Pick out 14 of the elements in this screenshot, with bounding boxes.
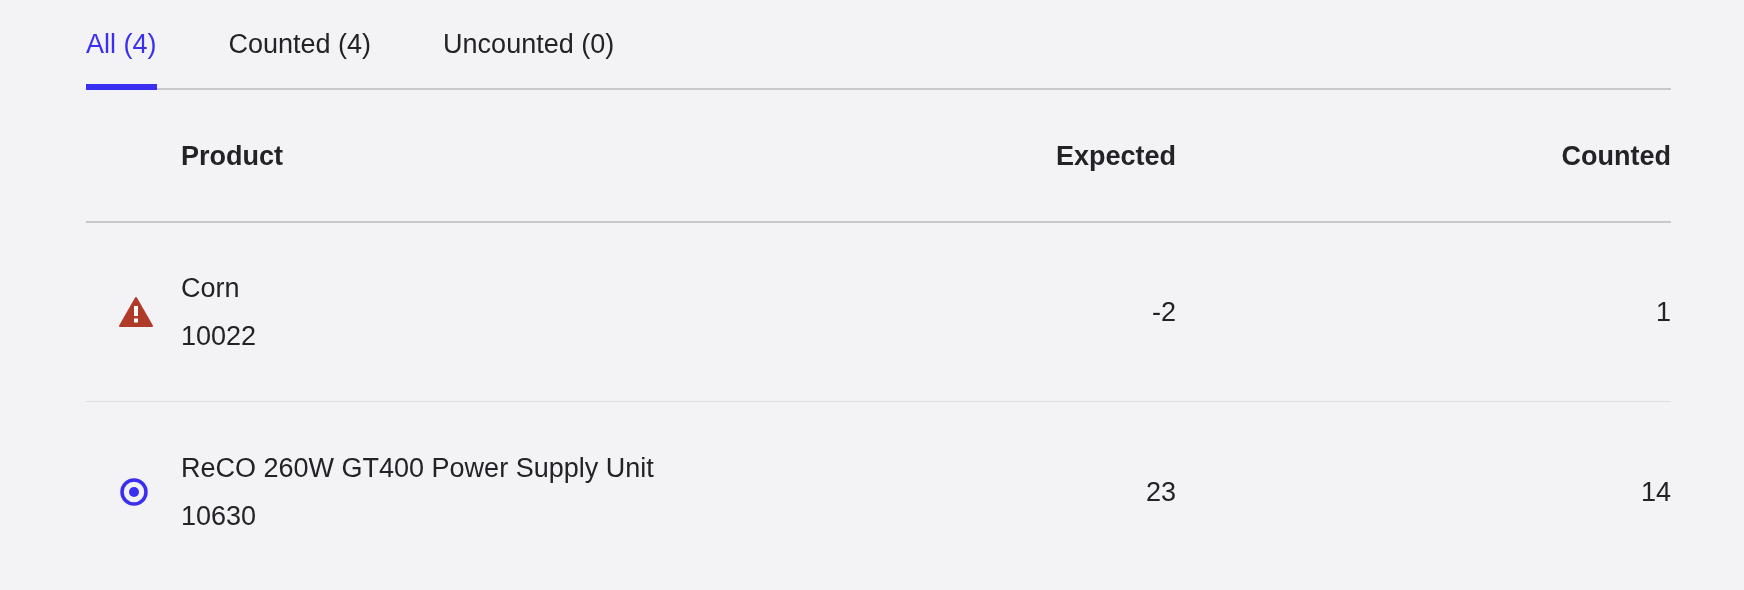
column-header: Product [181, 139, 284, 173]
table-cell: -2 [1152, 297, 1176, 328]
tab[interactable]: Uncounted (0) [443, 28, 615, 91]
table-cell: 1 [1655, 297, 1671, 328]
product-name: Corn [181, 272, 241, 306]
tab[interactable]: All (4) [86, 28, 157, 91]
table-cell: 14 [1640, 476, 1671, 507]
product-code: 10630 [181, 499, 258, 533]
product-name: ReCO 260W GT400 Power Supply Unit [181, 451, 655, 485]
tab[interactable]: Counted (4) [228, 28, 372, 91]
column-header: Expected [1054, 139, 1176, 173]
product-code: 10022 [181, 320, 258, 354]
column-header: Counted [1560, 139, 1671, 173]
table-cell: 23 [1145, 476, 1176, 507]
